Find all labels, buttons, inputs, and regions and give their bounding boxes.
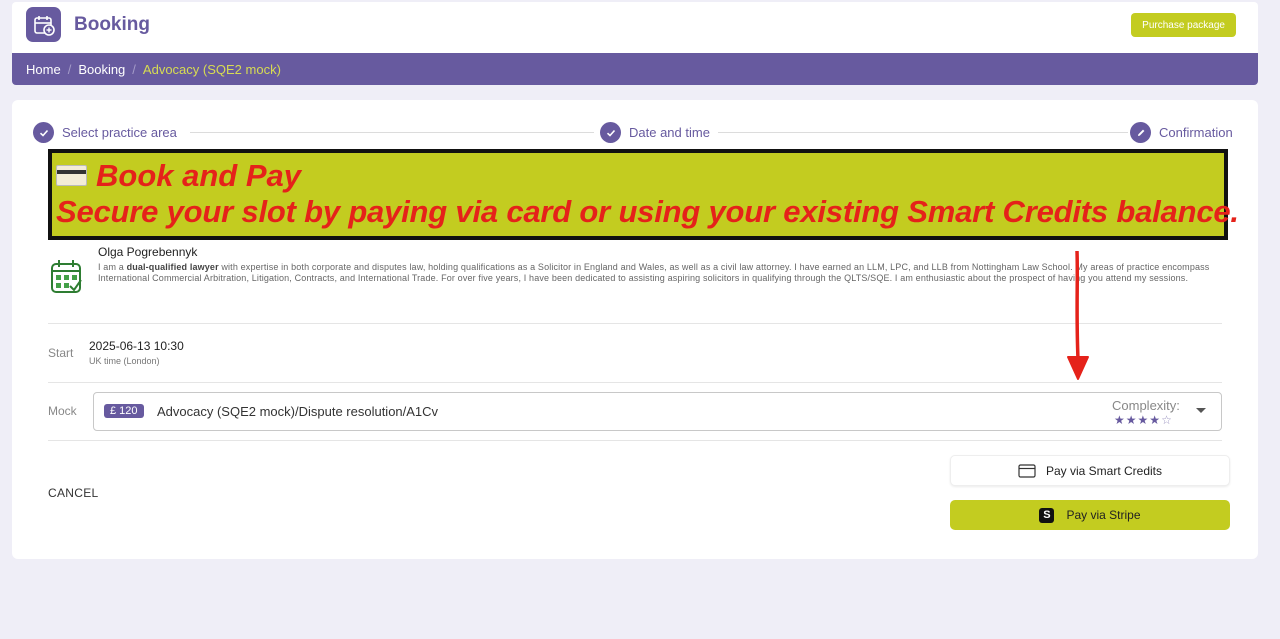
breadcrumb-current: Advocacy (SQE2 mock): [142, 61, 281, 77]
banner-title: Book and Pay: [96, 158, 301, 193]
annotation-banner: Book and Pay Secure your slot by paying …: [48, 149, 1239, 240]
mock-selected-value: Advocacy (SQE2 mock)/Dispute resolution/…: [157, 404, 439, 419]
step-label: Select practice area: [62, 125, 177, 140]
start-label: Start: [48, 346, 74, 360]
arrow-down-icon: [1067, 251, 1089, 380]
divider: [48, 440, 1222, 441]
star-filled-icon: ★: [1137, 413, 1150, 427]
divider: [48, 323, 1222, 324]
start-datetime: 2025-06-13 10:30: [89, 339, 184, 353]
check-icon: [600, 122, 621, 143]
tutor-name: Olga Pogrebennyk: [98, 245, 198, 259]
breadcrumb-separator: /: [132, 61, 136, 77]
check-icon: [33, 122, 54, 143]
app-header: Booking Purchase package: [12, 2, 1258, 53]
pay-stripe-button[interactable]: S Pay via Stripe: [950, 500, 1230, 530]
calendar-add-icon: [26, 7, 61, 42]
star-filled-icon: ★: [1114, 413, 1126, 427]
pay-smart-credits-button[interactable]: Pay via Smart Credits: [950, 455, 1230, 486]
tutor-avatar-icon: [48, 256, 84, 296]
step-label: Date and time: [629, 125, 710, 140]
stepper-connector: [190, 132, 594, 133]
star-filled-icon: ★: [1149, 413, 1162, 427]
star-empty-icon: ☆: [1161, 413, 1173, 427]
stripe-icon: S: [1039, 507, 1055, 523]
complexity-label: Complexity:: [1112, 398, 1180, 413]
pay-stripe-label: Pay via Stripe: [1066, 508, 1141, 522]
mock-label: Mock: [48, 404, 77, 418]
banner-subtitle: Secure your slot by paying via card or u…: [56, 194, 1239, 229]
pencil-icon: [1130, 122, 1151, 143]
step-confirmation[interactable]: Confirmation: [1130, 122, 1233, 143]
tutor-bio-highlight: dual-qualified lawyer: [126, 262, 219, 272]
page-title: Booking: [74, 14, 150, 35]
cancel-button[interactable]: CANCEL: [48, 486, 98, 500]
complexity-stars: ★★★★☆: [1114, 413, 1173, 427]
chevron-down-icon[interactable]: [1196, 408, 1206, 413]
star-filled-icon: ★: [1125, 413, 1138, 427]
stepper-connector: [718, 132, 1128, 133]
breadcrumb-booking[interactable]: Booking: [78, 62, 125, 77]
tutor-bio-text: with expertise in both corporate and dis…: [98, 262, 1210, 283]
breadcrumb-home[interactable]: Home: [26, 62, 61, 77]
tutor-bio-text: I am a: [98, 262, 127, 272]
step-date-and-time[interactable]: Date and time: [600, 122, 710, 143]
price-badge: £ 120: [104, 404, 144, 418]
wallet-icon: [1018, 463, 1036, 478]
credit-card-icon: [56, 165, 87, 186]
mock-select[interactable]: £ 120 Advocacy (SQE2 mock)/Dispute resol…: [93, 392, 1222, 431]
step-select-practice-area[interactable]: Select practice area: [33, 122, 177, 143]
step-label: Confirmation: [1159, 125, 1233, 140]
tutor-bio: I am a dual-qualified lawyer with expert…: [98, 262, 1210, 284]
divider: [48, 382, 1222, 383]
start-timezone: UK time (London): [89, 356, 160, 366]
breadcrumb: Home / Booking / Advocacy (SQE2 mock): [12, 53, 1258, 85]
breadcrumb-separator: /: [67, 61, 72, 77]
purchase-package-button[interactable]: Purchase package: [1131, 13, 1236, 37]
pay-smart-credits-label: Pay via Smart Credits: [1045, 463, 1163, 478]
